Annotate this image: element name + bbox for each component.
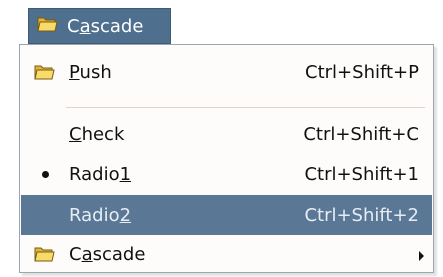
menu-item-shortcut: Ctrl+Shift+C	[303, 123, 419, 145]
radio-indicator	[21, 170, 69, 178]
menu-item-push[interactable]: Push Ctrl+Shift+P	[21, 52, 432, 92]
menu-item-shortcut: Ctrl+Shift+P	[305, 61, 419, 83]
menubar-item-cascade[interactable]: Cascade	[28, 8, 171, 44]
menu-separator	[66, 107, 425, 108]
folder-open-icon	[37, 15, 59, 38]
menu-item-shortcut: Ctrl+Shift+2	[304, 204, 419, 226]
folder-open-icon	[21, 63, 69, 81]
menu-item-radio1[interactable]: Radio1 Ctrl+Shift+1	[21, 154, 432, 194]
menu-item-label: Cascade	[69, 243, 146, 265]
menubar-item-label: Cascade	[67, 16, 144, 37]
menu-item-check[interactable]: Check Ctrl+Shift+C	[21, 114, 432, 154]
menu-item-shortcut: Ctrl+Shift+1	[304, 163, 419, 185]
folder-open-icon	[21, 245, 69, 263]
radio-bullet-icon	[41, 170, 49, 178]
cascade-menu: Push Ctrl+Shift+P Check Ctrl+Shift+C Rad…	[19, 44, 434, 273]
chevron-right-icon	[419, 251, 424, 261]
menu-item-cascade[interactable]: Cascade	[21, 236, 432, 272]
menu-item-radio2[interactable]: Radio2 Ctrl+Shift+2	[21, 195, 432, 235]
